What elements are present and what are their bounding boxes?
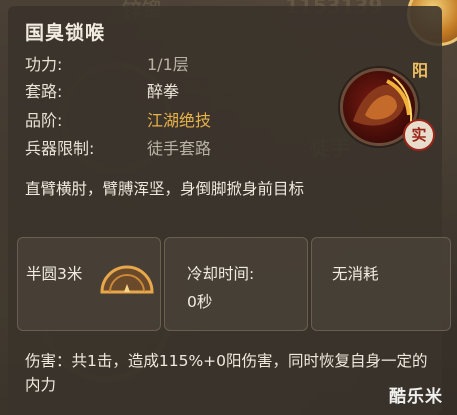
stat-label: 套路: (25, 82, 63, 101)
cooldown-value: 0秒 (187, 293, 213, 311)
skill-description: 直臂横肘，臂膊浑坚，身倒脚掀身前目标 (25, 180, 305, 198)
stat-label: 品阶: (25, 111, 63, 130)
yang-badge: 阳 (412, 61, 429, 80)
stat-value: 江湖绝技 (147, 111, 212, 130)
range-card: 半圆3米 (17, 237, 161, 331)
stat-value: 醉拳 (147, 82, 180, 101)
watermark-logo: 酷乐米 (389, 387, 443, 407)
cooldown-card: 冷却时间: 0秒 (164, 237, 308, 331)
stat-value: 徒手套路 (147, 139, 212, 158)
skill-title: 国臭锁喉 (25, 22, 106, 44)
cost-label: 无消耗 (332, 265, 379, 283)
stat-value: 1/1层 (147, 55, 189, 74)
stat-label: 兵器限制: (25, 139, 95, 158)
cost-card: 无消耗 (311, 237, 451, 331)
cooldown-label: 冷却时间: (187, 265, 255, 283)
range-label: 半圆3米 (26, 265, 83, 283)
damage-description: 伤害：共1击，造成115%+0阳伤害，同时恢复自身一定的内力 (25, 352, 428, 394)
semicircle-range-icon (100, 265, 154, 294)
shi-badge: 实 (403, 119, 435, 151)
stat-label: 功力: (25, 55, 63, 74)
